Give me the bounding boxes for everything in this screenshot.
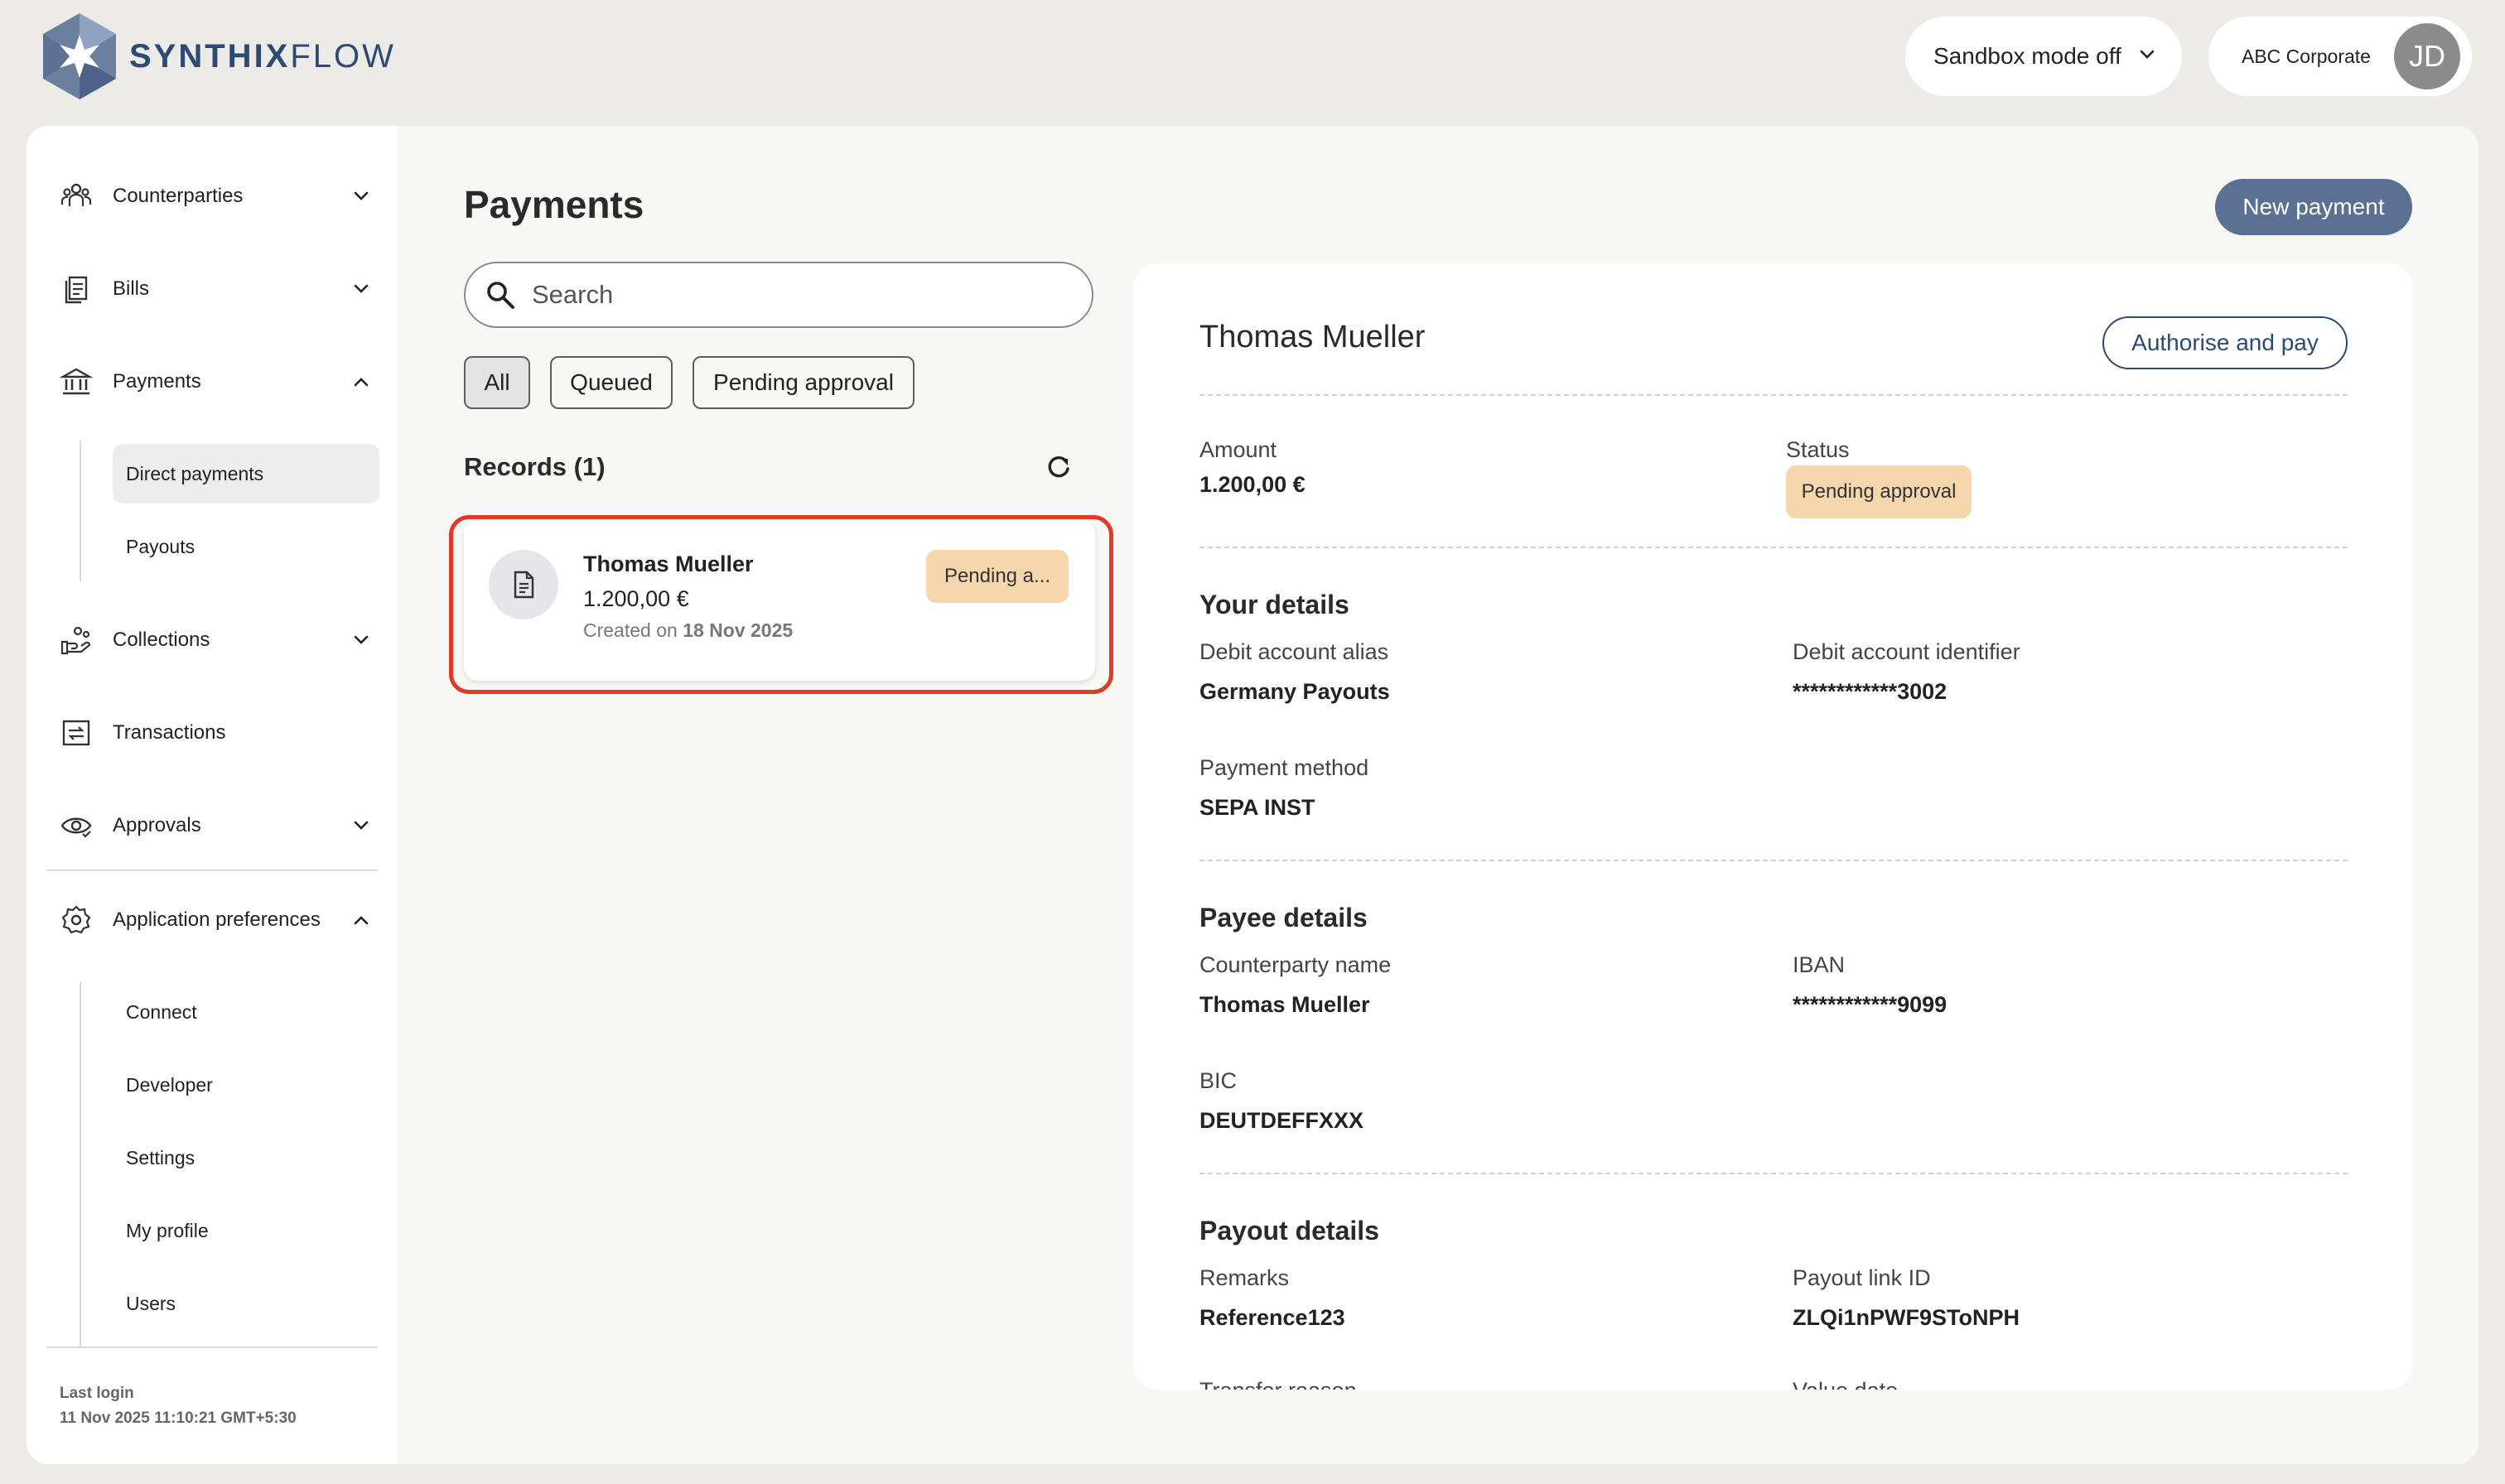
logo-text: SYNTHIXFLOW [129, 37, 396, 75]
dashed-divider [1199, 394, 2348, 396]
chevron-down-icon [2140, 50, 2155, 59]
account-name: ABC Corporate [2242, 45, 2371, 67]
search-placeholder: Search [532, 280, 614, 309]
sidebar-item-collections[interactable]: Collections [60, 611, 391, 669]
sidebar-divider [46, 1347, 378, 1348]
submenu-line [80, 441, 81, 581]
bank-icon [60, 368, 93, 395]
transfer-reason-label: Transfer reason [1199, 1378, 1357, 1390]
chevron-up-icon [354, 916, 369, 925]
sidebar-item-payments[interactable]: Payments [60, 353, 391, 411]
iban-value: ************9099 [1793, 992, 1948, 1017]
filter-chip-pending-approval[interactable]: Pending approval [693, 356, 915, 409]
sidebar-item-developer[interactable]: Developer [113, 1055, 379, 1115]
submenu-line [80, 982, 81, 1347]
status-badge: Pending approval [1786, 465, 1972, 518]
transactions-icon [62, 720, 90, 746]
sidebar: Counterparties Bills Payments Direct pay… [27, 126, 398, 1464]
chevron-down-icon [354, 635, 369, 644]
debit-id-label: Debit account identifier [1793, 639, 2020, 664]
sidebar-item-bills[interactable]: Bills [60, 260, 391, 318]
sidebar-item-label: Payments [113, 370, 201, 393]
chevron-down-icon [354, 821, 369, 830]
filter-chip-queued[interactable]: Queued [550, 356, 673, 409]
sidebar-item-direct-payments[interactable]: Direct payments [113, 444, 379, 504]
counterparty-value: Thomas Mueller [1199, 992, 1370, 1017]
sidebar-item-settings[interactable]: Settings [113, 1128, 379, 1188]
chevron-up-icon [354, 378, 369, 387]
sandbox-mode-dropdown[interactable]: Sandbox mode off [1905, 17, 2182, 96]
last-login-value: 11 Nov 2025 11:10:21 GMT+5:30 [60, 1409, 297, 1427]
payout-link-value: ZLQi1nPWF9SToNPH [1793, 1305, 2020, 1330]
new-payment-button[interactable]: New payment [2215, 179, 2412, 235]
remarks-value: Reference123 [1199, 1305, 1345, 1330]
sidebar-item-label: Counterparties [113, 185, 244, 207]
sidebar-item-label: Approvals [113, 814, 201, 836]
amount-label: Amount [1199, 437, 1277, 462]
account-switcher[interactable]: ABC Corporate JD [2208, 17, 2472, 96]
last-login: Last login 11 Nov 2025 11:10:21 GMT+5:30 [60, 1381, 297, 1431]
sidebar-item-payouts[interactable]: Payouts [113, 517, 379, 576]
payment-detail-card: Thomas Mueller Authorise and pay Amount … [1133, 263, 2412, 1390]
search-icon [487, 282, 514, 309]
payout-link-label: Payout link ID [1793, 1265, 1931, 1290]
debit-id-value: ************3002 [1793, 679, 1948, 704]
chevron-down-icon [354, 191, 369, 200]
payment-method-label: Payment method [1199, 755, 1369, 780]
refresh-icon[interactable] [1044, 452, 1074, 482]
sidebar-item-my-profile[interactable]: My profile [113, 1201, 379, 1260]
your-details-heading: Your details [1199, 590, 1349, 619]
record-highlight-outline [449, 515, 1113, 694]
sidebar-item-users[interactable]: Users [113, 1274, 379, 1333]
amount-value: 1.200,00 € [1199, 472, 1306, 497]
payee-details-heading: Payee details [1199, 903, 1368, 932]
iban-label: IBAN [1793, 952, 1846, 977]
sidebar-item-transactions[interactable]: Transactions [60, 704, 391, 762]
remarks-label: Remarks [1199, 1265, 1290, 1290]
sidebar-item-application-preferences[interactable]: Application preferences [60, 891, 391, 949]
search-input[interactable]: Search [464, 262, 1093, 328]
detail-title: Thomas Mueller [1199, 320, 1426, 354]
payment-method-value: SEPA INST [1199, 795, 1315, 820]
avatar[interactable]: JD [2394, 23, 2460, 89]
people-icon [60, 183, 92, 206]
debit-alias-value: Germany Payouts [1199, 679, 1390, 704]
eye-check-icon [60, 817, 92, 838]
filter-chip-all[interactable]: All [464, 356, 530, 409]
main-panel: Counterparties Bills Payments Direct pay… [27, 126, 2478, 1464]
bic-label: BIC [1199, 1068, 1238, 1093]
value-date-label: Value date [1793, 1378, 1898, 1390]
sidebar-item-label: Application preferences [113, 908, 321, 931]
payout-details-heading: Payout details [1199, 1216, 1379, 1246]
logo[interactable]: SYNTHIXFLOW [36, 10, 396, 103]
authorise-and-pay-button[interactable]: Authorise and pay [2102, 316, 2348, 369]
records-title: Records (1) [464, 452, 606, 481]
sidebar-divider [46, 870, 378, 871]
dashed-divider [1199, 860, 2348, 861]
bills-icon [65, 276, 88, 304]
dashed-divider [1199, 1173, 2348, 1174]
sidebar-item-label: Bills [113, 277, 150, 300]
last-login-label: Last login [60, 1385, 134, 1402]
collections-icon [60, 626, 91, 655]
sidebar-item-counterparties[interactable]: Counterparties [60, 167, 391, 225]
logo-icon [43, 13, 116, 99]
gear-icon [61, 905, 91, 934]
sidebar-item-approvals[interactable]: Approvals [60, 797, 391, 855]
bic-value: DEUTDEFFXXX [1199, 1108, 1364, 1133]
dashed-divider [1199, 547, 2348, 548]
sidebar-item-label: Collections [113, 629, 210, 651]
sandbox-label: Sandbox mode off [1933, 43, 2121, 69]
status-label: Status [1786, 437, 1850, 462]
chevron-down-icon [354, 284, 369, 293]
sidebar-item-connect[interactable]: Connect [113, 982, 379, 1042]
sidebar-item-label: Transactions [113, 721, 226, 744]
debit-alias-label: Debit account alias [1199, 639, 1389, 664]
page-title: Payments [464, 183, 644, 226]
counterparty-label: Counterparty name [1199, 952, 1392, 977]
